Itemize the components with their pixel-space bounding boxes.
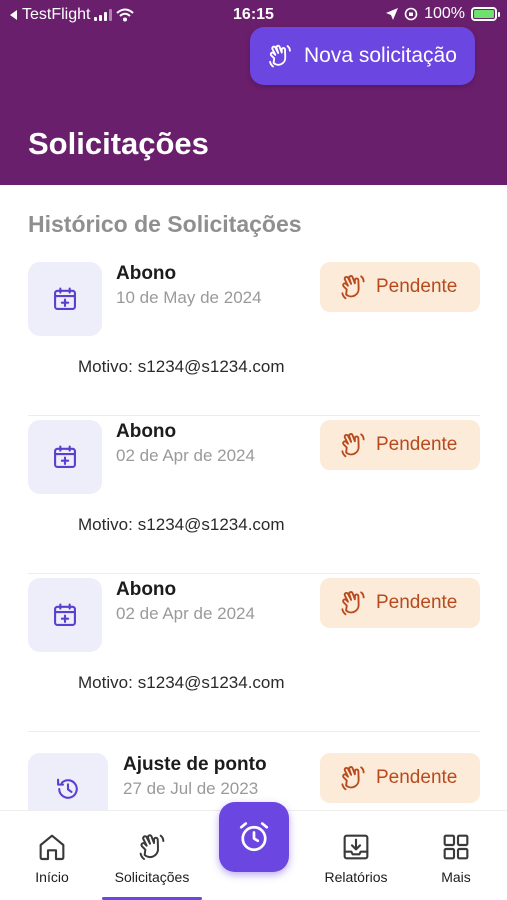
calendar-plus-icon bbox=[54, 445, 76, 468]
request-reason: Motivo: s1234@s1234.com bbox=[78, 673, 285, 693]
status-badge: Pendente bbox=[320, 753, 480, 803]
tab-solicitacoes[interactable]: Solicitações bbox=[102, 811, 202, 900]
request-list: Abono 10 de May de 2024 Pendente Motivo:… bbox=[28, 258, 480, 890]
history-title: Histórico de Solicitações bbox=[28, 211, 302, 237]
home-icon bbox=[39, 834, 65, 861]
list-item[interactable]: Abono 10 de May de 2024 Pendente Motivo:… bbox=[28, 258, 480, 416]
hand-wave-icon bbox=[341, 275, 365, 300]
download-tray-icon bbox=[343, 834, 369, 860]
request-date: 10 de May de 2024 bbox=[116, 288, 262, 307]
list-item[interactable]: Abono 02 de Apr de 2024 Pendente Motivo:… bbox=[28, 416, 480, 574]
tab-inicio[interactable]: Início bbox=[22, 811, 82, 900]
request-date: 02 de Apr de 2024 bbox=[116, 604, 255, 623]
new-request-label: Nova solicitação bbox=[304, 44, 457, 67]
request-reason: Motivo: s1234@s1234.com bbox=[78, 357, 285, 377]
header: TestFlight 16:15 100% Nova solicitação S… bbox=[0, 0, 507, 185]
location-arrow-icon bbox=[386, 8, 399, 20]
tab-label: Relatórios bbox=[324, 869, 388, 885]
icon-box bbox=[28, 578, 102, 652]
orientation-lock-icon bbox=[404, 7, 418, 21]
hand-wave-icon bbox=[269, 44, 291, 68]
reason-label: Motivo: bbox=[78, 673, 133, 692]
alarm-clock-icon bbox=[239, 822, 269, 852]
hand-wave-icon bbox=[341, 591, 365, 616]
status-label: Pendente bbox=[376, 276, 458, 297]
icon-box bbox=[28, 420, 102, 494]
hand-wave-icon bbox=[341, 433, 365, 458]
calendar-plus-icon bbox=[54, 287, 76, 310]
reason-label: Motivo: bbox=[78, 515, 133, 534]
request-type: Abono bbox=[116, 421, 177, 442]
tab-mais[interactable]: Mais bbox=[430, 811, 482, 900]
page-title: Solicitações bbox=[28, 126, 209, 161]
status-bar: TestFlight 16:15 100% bbox=[0, 0, 507, 30]
status-label: Pendente bbox=[376, 592, 458, 613]
tab-label: Mais bbox=[441, 869, 471, 885]
tab-relatorios[interactable]: Relatórios bbox=[316, 811, 396, 900]
status-badge: Pendente bbox=[320, 578, 480, 628]
tab-label: Solicitações bbox=[114, 869, 190, 885]
request-date: 27 de Jul de 2023 bbox=[123, 779, 259, 798]
request-date: 02 de Apr de 2024 bbox=[116, 446, 255, 465]
request-type: Abono bbox=[116, 579, 177, 600]
grid-icon bbox=[443, 834, 469, 860]
battery-icon bbox=[471, 7, 500, 21]
hand-wave-icon bbox=[341, 766, 365, 791]
history-icon bbox=[57, 778, 78, 799]
tab-label: Início bbox=[35, 869, 69, 885]
request-reason: Motivo: s1234@s1234.com bbox=[78, 515, 285, 535]
request-type: Ajuste de ponto bbox=[123, 754, 267, 775]
hand-wave-icon bbox=[139, 834, 165, 860]
reason-value: s1234@s1234.com bbox=[137, 357, 285, 376]
status-badge: Pendente bbox=[320, 420, 480, 470]
icon-box bbox=[28, 262, 102, 336]
status-badge: Pendente bbox=[320, 262, 480, 312]
reason-label: Motivo: bbox=[78, 357, 133, 376]
status-right: 100% bbox=[386, 5, 500, 23]
status-label: Pendente bbox=[376, 434, 458, 455]
reason-value: s1234@s1234.com bbox=[137, 515, 285, 534]
reason-value: s1234@s1234.com bbox=[137, 673, 285, 692]
clock-in-fab[interactable] bbox=[219, 802, 289, 872]
calendar-plus-icon bbox=[54, 603, 76, 626]
status-label: Pendente bbox=[376, 767, 458, 788]
new-request-button[interactable]: Nova solicitação bbox=[250, 27, 475, 85]
battery-percent: 100% bbox=[424, 5, 465, 22]
list-item[interactable]: Abono 02 de Apr de 2024 Pendente Motivo:… bbox=[28, 574, 480, 732]
request-type: Abono bbox=[116, 263, 177, 284]
